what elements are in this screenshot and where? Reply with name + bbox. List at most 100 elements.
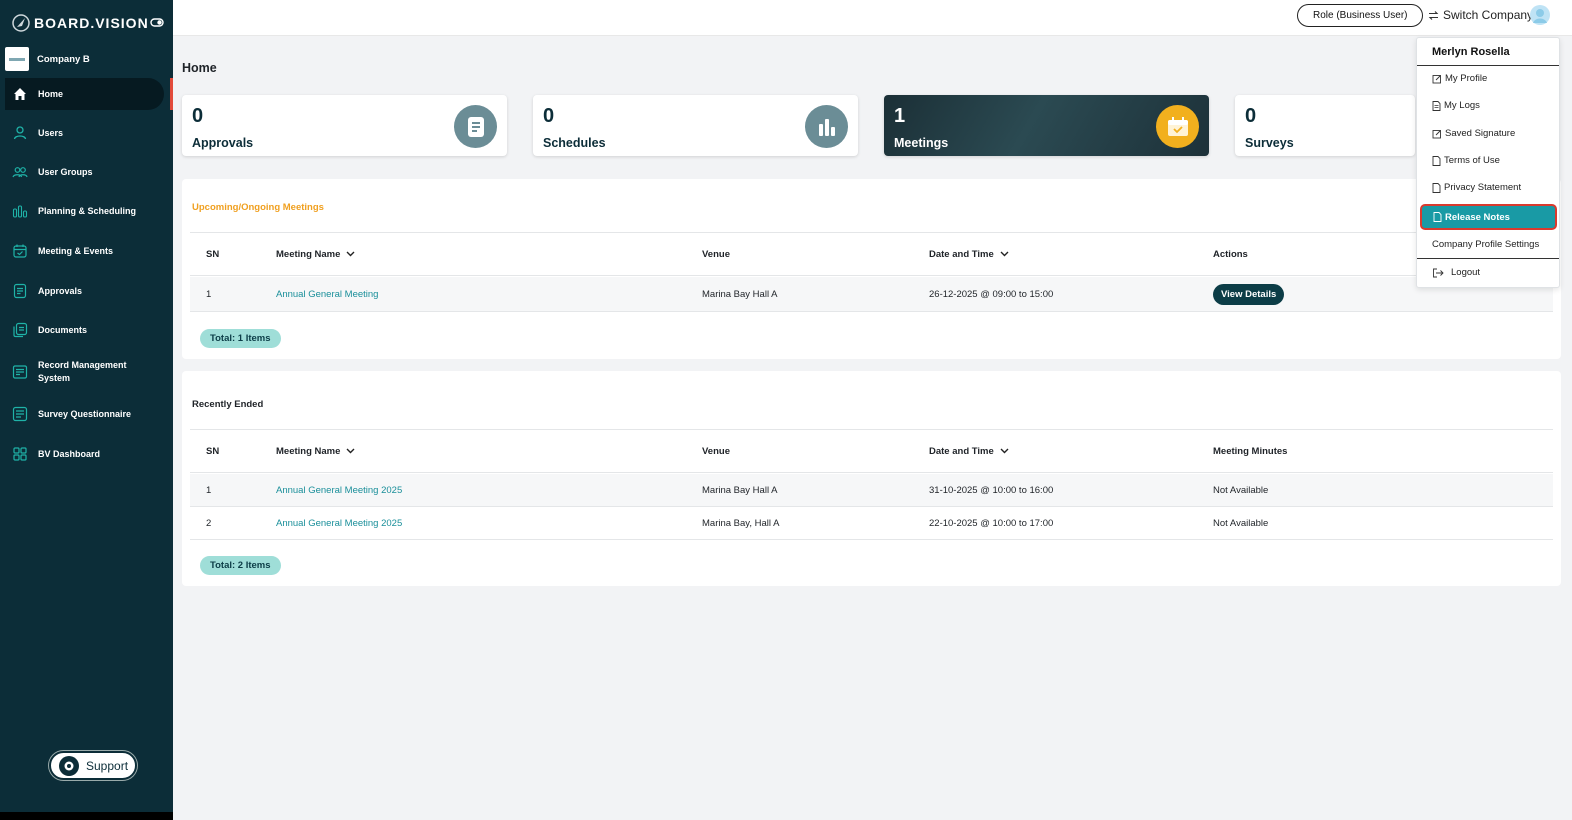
sidebar-item-approvals[interactable]: Approvals (5, 283, 164, 299)
menu-divider (1417, 258, 1559, 259)
sidebar-item-label: User Groups (38, 166, 93, 177)
approval-icon (13, 283, 27, 299)
view-details-button[interactable]: View Details (1213, 283, 1285, 305)
file-icon (1432, 155, 1441, 166)
sidebar-item-planning[interactable]: Planning & Scheduling (5, 203, 164, 219)
page-title: Home (182, 61, 217, 75)
menu-divider (1417, 65, 1559, 66)
chat-icon (59, 755, 79, 776)
file-icon (1432, 182, 1441, 193)
sidebar-item-survey[interactable]: Survey Questionnaire (5, 406, 164, 422)
edit-icon (1432, 74, 1441, 83)
card-schedules[interactable]: 0 Schedules (533, 95, 858, 156)
menu-item-label: Release Notes (1445, 211, 1510, 223)
chart-bars-icon (12, 205, 28, 218)
company-selector[interactable]: Company B (5, 47, 90, 71)
user-menu-dropdown: Merlyn Rosella My Profile My Logs Saved … (1416, 37, 1560, 288)
menu-item-label: Terms of Use (1444, 155, 1500, 166)
sidebar-item-users[interactable]: Users (5, 125, 164, 141)
sidebar-item-label: Record Management System (38, 360, 127, 383)
sidebar-item-meetings[interactable]: Meeting & Events (5, 243, 164, 259)
menu-item-privacy[interactable]: Privacy Statement (1432, 182, 1521, 193)
cell-sn: 1 (206, 288, 212, 300)
total-badge: Total: 1 Items (200, 329, 281, 348)
chevron-down-icon (346, 251, 355, 257)
documents-icon (13, 322, 28, 338)
swap-icon (1428, 10, 1439, 20)
dashboard-icon (13, 447, 27, 461)
menu-item-company-profile[interactable]: Company Profile Settings (1432, 239, 1539, 250)
document-icon (1432, 100, 1441, 111)
total-badge: Total: 2 Items (200, 556, 281, 575)
col-venue: Venue (702, 248, 730, 260)
table-row: 1 Annual General Meeting 2025 Marina Bay… (190, 474, 1553, 507)
file-icon (1433, 212, 1442, 222)
sidebar-item-home[interactable]: Home (5, 78, 164, 110)
menu-item-saved-signature[interactable]: Saved Signature (1432, 128, 1515, 139)
menu-item-label: Privacy Statement (1444, 182, 1522, 193)
sidebar-item-dashboard[interactable]: BV Dashboard (5, 446, 164, 462)
card-count: 0 (192, 105, 204, 127)
meeting-name-link[interactable]: Annual General Meeting 2025 (276, 474, 402, 506)
survey-icon (12, 406, 28, 422)
sidebar-item-records[interactable]: Record Management System (5, 359, 164, 385)
panel-title: Recently Ended (192, 399, 264, 410)
col-venue: Venue (702, 445, 730, 457)
sidebar-item-user-groups[interactable]: User Groups (5, 164, 164, 180)
card-approvals[interactable]: 0 Approvals (182, 95, 507, 156)
col-meeting-name[interactable]: Meeting Name (276, 233, 355, 275)
chevron-down-icon (346, 448, 355, 454)
sidebar-toggle-icon[interactable] (150, 15, 164, 29)
menu-item-label: Saved Signature (1445, 128, 1516, 139)
col-label: Meeting Name (276, 445, 341, 457)
user-name: Merlyn Rosella (1432, 46, 1510, 58)
chevron-down-icon (1000, 448, 1009, 454)
menu-item-release-notes[interactable]: Release Notes (1420, 204, 1557, 230)
user-avatar[interactable] (1530, 5, 1550, 25)
menu-item-logout[interactable]: Logout (1432, 267, 1480, 278)
switch-company-button[interactable]: Switch Company (1428, 8, 1533, 22)
user-avatar-icon (1533, 9, 1547, 23)
calendar-icon (13, 244, 27, 258)
bar-chart-icon (805, 105, 848, 148)
menu-item-my-profile[interactable]: My Profile (1432, 73, 1487, 84)
sidebar-item-documents[interactable]: Documents (5, 322, 164, 338)
app-logo[interactable]: BOARD.VISION (12, 13, 149, 33)
document-icon (454, 105, 497, 148)
col-date-time[interactable]: Date and Time (929, 233, 1009, 275)
cell-datetime: 31-10-2025 @ 10:00 to 16:00 (929, 484, 1054, 496)
user-icon (13, 126, 27, 140)
cell-sn: 1 (206, 484, 212, 496)
sidebar-item-label: Meeting & Events (38, 245, 114, 256)
card-label: Meetings (894, 136, 949, 150)
meeting-name-link[interactable]: Annual General Meeting (276, 277, 378, 311)
switch-company-label: Switch Company (1443, 8, 1534, 22)
card-meetings[interactable]: 1 Meetings (884, 95, 1209, 156)
col-label: Meeting Name (276, 248, 341, 260)
chevron-down-icon (1000, 251, 1009, 257)
sidebar-item-label: BV Dashboard (38, 448, 101, 459)
sidebar-item-label: Survey Questionnaire (38, 408, 132, 419)
cell-sn: 2 (206, 517, 212, 529)
menu-item-terms[interactable]: Terms of Use (1432, 155, 1500, 166)
user-group-icon (12, 167, 28, 178)
card-surveys[interactable]: 0 Surveys (1235, 95, 1415, 156)
support-button[interactable]: Support (49, 751, 137, 780)
records-icon (12, 365, 28, 379)
role-button[interactable]: Role (Business User) (1297, 4, 1424, 27)
menu-item-my-logs[interactable]: My Logs (1432, 100, 1480, 111)
col-sn: SN (206, 445, 220, 457)
sidebar: BOARD.VISION Company B Home Users User G… (0, 0, 173, 820)
menu-item-label: Company Profile Settings (1432, 239, 1540, 250)
col-date-time[interactable]: Date and Time (929, 430, 1009, 472)
cell-datetime: 26-12-2025 @ 09:00 to 15:00 (929, 288, 1054, 300)
sidebar-item-label: Approvals (38, 285, 83, 296)
home-icon (14, 88, 26, 100)
meeting-name-link[interactable]: Annual General Meeting 2025 (276, 507, 402, 539)
col-meeting-name[interactable]: Meeting Name (276, 430, 355, 472)
logout-icon (1433, 268, 1444, 277)
table-row: 1 Annual General Meeting Marina Bay Hall… (190, 277, 1553, 312)
col-label: Date and Time (929, 445, 994, 457)
col-meeting-minutes: Meeting Minutes (1213, 445, 1288, 457)
col-actions: Actions (1213, 248, 1248, 260)
